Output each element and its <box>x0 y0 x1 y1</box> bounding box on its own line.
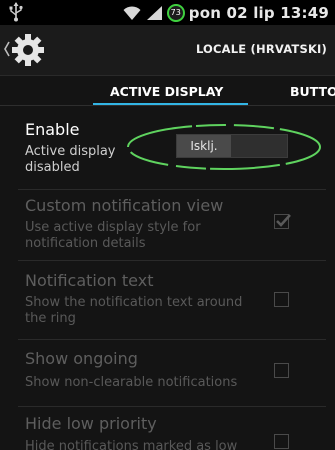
wifi-icon <box>123 5 141 20</box>
battery-level: 73 <box>170 8 181 17</box>
signal-icon <box>146 5 162 20</box>
pref-hide-low-priority-title: Hide low priority <box>25 414 157 433</box>
pref-custom-view-title: Custom notification view <box>25 196 224 215</box>
pref-hide-low-priority[interactable]: Hide low priority Hide notifications mar… <box>0 407 335 450</box>
tab-divider <box>0 105 335 106</box>
divider <box>18 260 326 261</box>
battery-icon: 73 <box>166 3 185 22</box>
pref-enable-title: Enable <box>25 120 80 139</box>
usb-icon <box>9 2 23 22</box>
pref-notification-text-summary: Show the notification text around the ri… <box>25 295 243 326</box>
tab-buttons[interactable]: BUTTO <box>290 84 335 99</box>
notification-text-checkbox[interactable] <box>274 292 289 307</box>
custom-view-checkbox[interactable] <box>274 214 291 229</box>
enable-switch-label: Isklj. <box>190 139 218 153</box>
enable-switch[interactable]: Isklj. <box>176 134 288 158</box>
gear-icon[interactable] <box>11 33 45 67</box>
hide-low-priority-checkbox[interactable] <box>274 434 289 449</box>
pref-custom-notification-view[interactable]: Custom notification view Use active disp… <box>0 190 335 260</box>
pref-notification-text-title: Notification text <box>25 271 154 290</box>
locale-label: LOCALE (HRVATSKI) <box>195 42 327 56</box>
pref-custom-view-summary: Use active display style for notificatio… <box>25 220 201 251</box>
pref-show-ongoing-summary: Show non-clearable notifications <box>25 375 238 390</box>
pref-show-ongoing-title: Show ongoing <box>25 349 138 368</box>
pref-show-ongoing[interactable]: Show ongoing Show non-clearable notifica… <box>0 340 335 406</box>
action-bar: LOCALE (HRVATSKI) <box>0 25 335 76</box>
enable-switch-thumb[interactable]: Isklj. <box>177 135 231 157</box>
back-chevron-icon[interactable] <box>3 40 11 58</box>
pref-notification-text[interactable]: Notification text Show the notification … <box>0 262 335 338</box>
status-clock: pon 02 lip 13:49 <box>188 3 329 22</box>
pref-hide-low-priority-summary: Hide notifications marked as low <box>25 439 238 450</box>
show-ongoing-checkbox[interactable] <box>274 363 289 378</box>
checkmark-icon <box>276 214 291 227</box>
tab-bar: ACTIVE DISPLAY BUTTO <box>0 76 335 106</box>
pref-enable-summary: Active display disabled <box>25 144 116 175</box>
status-bar: 73 pon 02 lip 13:49 <box>0 0 335 25</box>
tab-active-display[interactable]: ACTIVE DISPLAY <box>110 84 223 99</box>
